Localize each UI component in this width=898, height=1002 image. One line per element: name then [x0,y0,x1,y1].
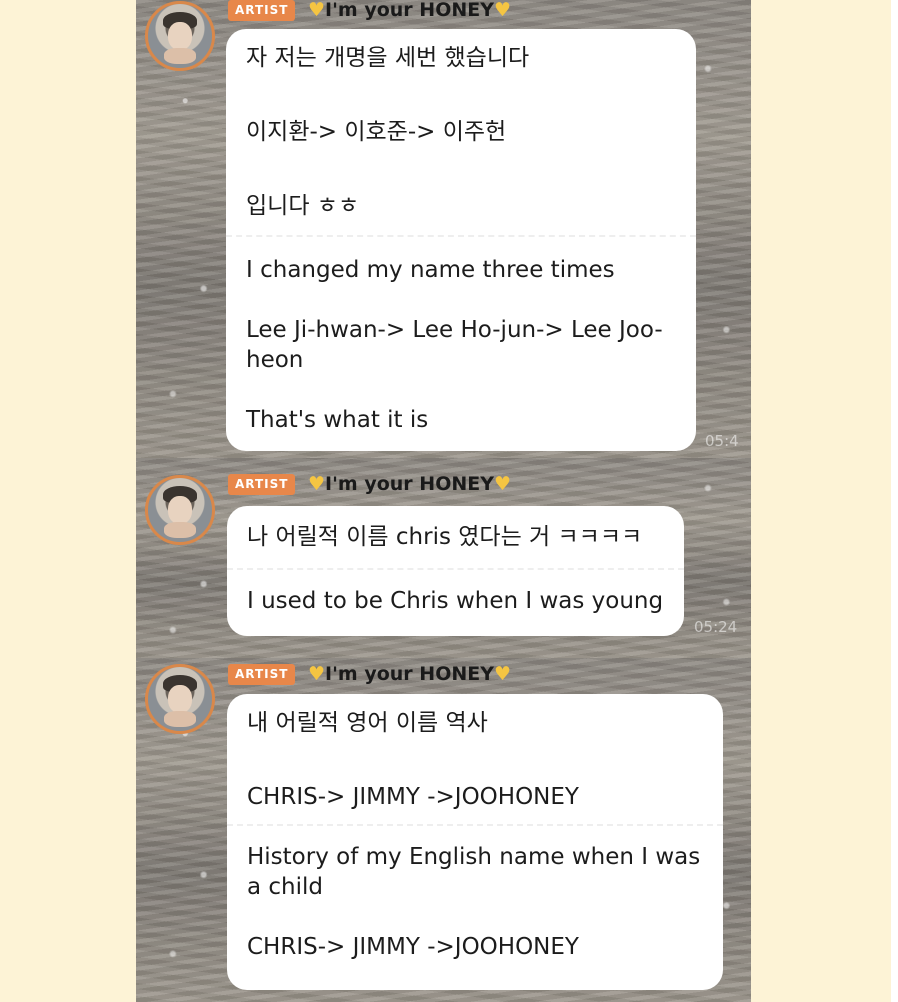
avatar[interactable] [145,664,215,734]
korean-text: 나 어릴적 이름 chris 였다는 거 ㅋㅋㅋㅋ [247,524,643,550]
artist-badge: ARTIST [228,664,296,685]
artist-badge: ARTIST [228,474,296,495]
yellow-heart-icon: ♥ [494,0,512,21]
message-bubble[interactable]: 내 어릴적 영어 이름 역사 CHRIS-> JIMMY ->JOOHONEY … [227,694,723,990]
yellow-heart-icon: ♥ [308,663,326,685]
yellow-heart-icon: ♥ [494,473,512,495]
sender-name: ♥I'm your HONEY♥ [308,663,512,685]
timestamp: 05:4 [705,432,739,450]
message-bubble[interactable]: 나 어릴적 이름 chris 였다는 거 ㅋㅋㅋㅋ I used to be C… [227,506,684,636]
korean-text: 내 어릴적 영어 이름 역사 CHRIS-> JIMMY ->JOOHONEY [247,710,579,810]
chat-panel-1: ARTIST ♥I'm your HONEY♥ 자 저는 개명을 세번 했습니다… [136,0,751,458]
yellow-heart-icon: ♥ [494,663,512,685]
yellow-heart-icon: ♥ [308,0,326,21]
chat-panel-2: ARTIST ♥I'm your HONEY♥ 나 어릴적 이름 chris 였… [136,458,751,658]
sender-name: ♥I'm your HONEY♥ [308,0,512,21]
chat-panel-3: ARTIST ♥I'm your HONEY♥ 내 어릴적 영어 이름 역사 C… [136,658,751,1002]
yellow-heart-icon: ♥ [308,473,326,495]
english-text: I used to be Chris when I was young [247,588,664,614]
english-text: History of my English name when I was a … [247,844,701,960]
avatar[interactable] [145,475,215,545]
english-text: I changed my name three times Lee Ji-hwa… [246,257,663,433]
timestamp: 05:24 [694,618,738,636]
message-bubble[interactable]: 자 저는 개명을 세번 했습니다 이지환-> 이호준-> 이주헌 입니다 ㅎㅎ … [226,29,696,451]
avatar[interactable] [145,1,215,71]
korean-text: 자 저는 개명을 세번 했습니다 이지환-> 이호준-> 이주헌 입니다 ㅎㅎ [246,45,530,219]
page-edge [891,0,898,1002]
sender-name: ♥I'm your HONEY♥ [308,473,512,495]
artist-badge: ARTIST [228,0,296,21]
